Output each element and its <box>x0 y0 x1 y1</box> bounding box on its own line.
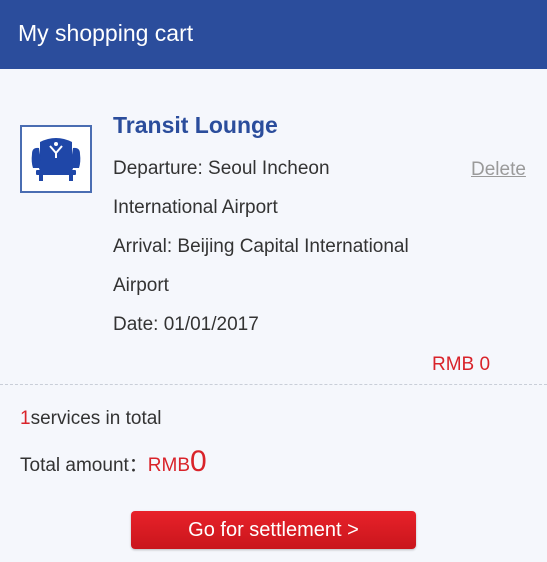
total-value: 0 <box>190 445 207 478</box>
departure-line-2: International Airport <box>113 197 278 218</box>
total-currency: RMB <box>147 455 191 476</box>
armchair-icon <box>31 138 81 181</box>
item-thumbnail <box>20 125 92 193</box>
service-count: 1 <box>20 408 31 429</box>
arrival-line-1: Arrival: Beijing Capital International <box>113 236 409 257</box>
header-bar: My shopping cart <box>0 0 547 69</box>
go-for-settlement-button[interactable]: Go for settlement > <box>131 511 416 549</box>
total-amount-line: Total amount： RMB 0 <box>20 445 207 481</box>
total-label: Total amount： <box>20 455 148 476</box>
delete-link[interactable]: Delete <box>471 157 526 183</box>
dashed-divider <box>0 384 547 385</box>
services-count-line: 1services in total <box>20 406 162 432</box>
services-text: services in total <box>30 408 162 429</box>
arrival-line-2: Airport <box>113 275 169 296</box>
page-title: My shopping cart <box>18 20 194 46</box>
departure-line-1: Departure: Seoul Incheon <box>113 158 330 179</box>
item-price: RMB 0 <box>432 354 491 375</box>
item-title: Transit Lounge <box>113 112 278 138</box>
date-line: Date: 01/01/2017 <box>113 314 259 335</box>
